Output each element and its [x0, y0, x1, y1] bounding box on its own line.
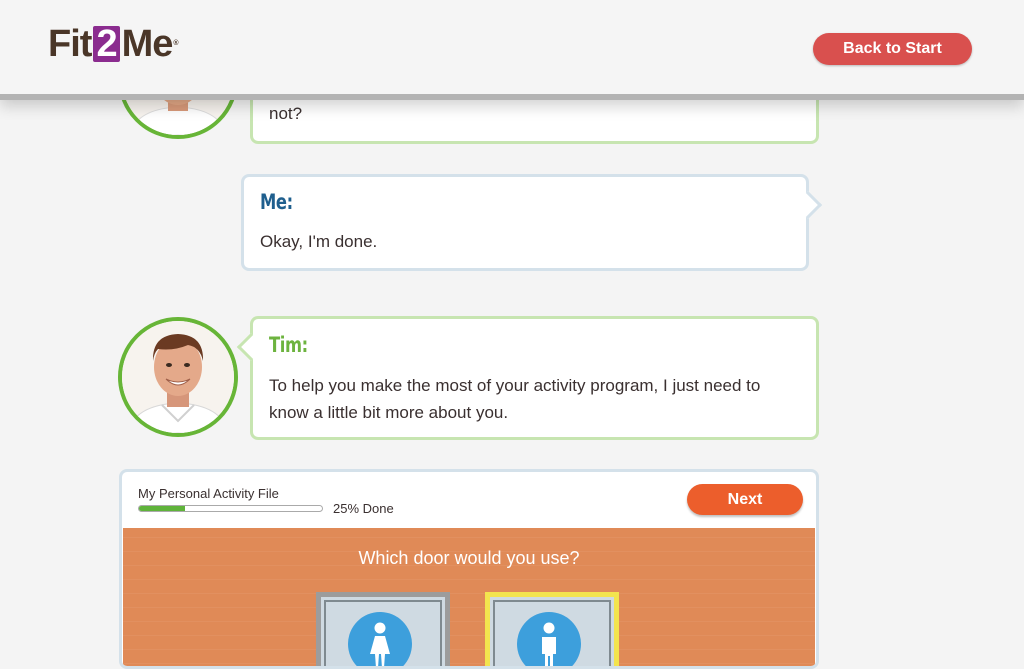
- user-message-bubble: Me: Okay, I'm done.: [241, 174, 823, 271]
- logo-trademark: ®: [173, 40, 178, 47]
- speaker-name: Tim:: [269, 333, 308, 357]
- coach-avatar: [118, 317, 238, 437]
- question-area: Which door would you use?: [123, 528, 815, 666]
- next-button[interactable]: Next: [687, 484, 803, 515]
- logo-number: 2: [93, 25, 120, 63]
- progress-bar-fill: [139, 506, 185, 511]
- message-text-line-2: know a little bit more about you.: [269, 403, 509, 422]
- logo-suffix: Me: [121, 23, 174, 65]
- speaker-name: Me:: [260, 190, 293, 214]
- message-text: Okay, I'm done.: [260, 232, 378, 251]
- app-header: Fit 2 Me® Back to Start: [0, 0, 1024, 100]
- man-restroom-icon: [517, 612, 581, 666]
- activity-file-panel: My Personal Activity File 25% Done Next …: [119, 469, 819, 669]
- message-text: not?: [269, 104, 303, 123]
- question-text: Which door would you use?: [358, 548, 580, 568]
- back-to-start-button[interactable]: Back to Start: [813, 33, 972, 65]
- bubble-tail: [236, 332, 266, 362]
- message-text-line-1: To help you make the most of your activi…: [269, 376, 761, 395]
- coach-message-bubble: Tim: To help you make the most of your a…: [236, 316, 819, 440]
- progress-text: 25% Done: [333, 501, 394, 516]
- bubble-tail: [793, 190, 823, 220]
- activity-file-title: My Personal Activity File: [138, 486, 279, 501]
- woman-restroom-icon: [348, 612, 412, 666]
- progress-bar: [138, 505, 323, 512]
- fit2me-logo[interactable]: Fit 2 Me®: [48, 23, 179, 65]
- coach-photo-icon: [122, 321, 234, 433]
- door-option-men[interactable]: [485, 592, 619, 666]
- door-option-women[interactable]: [316, 592, 450, 666]
- logo-prefix: Fit: [48, 23, 92, 65]
